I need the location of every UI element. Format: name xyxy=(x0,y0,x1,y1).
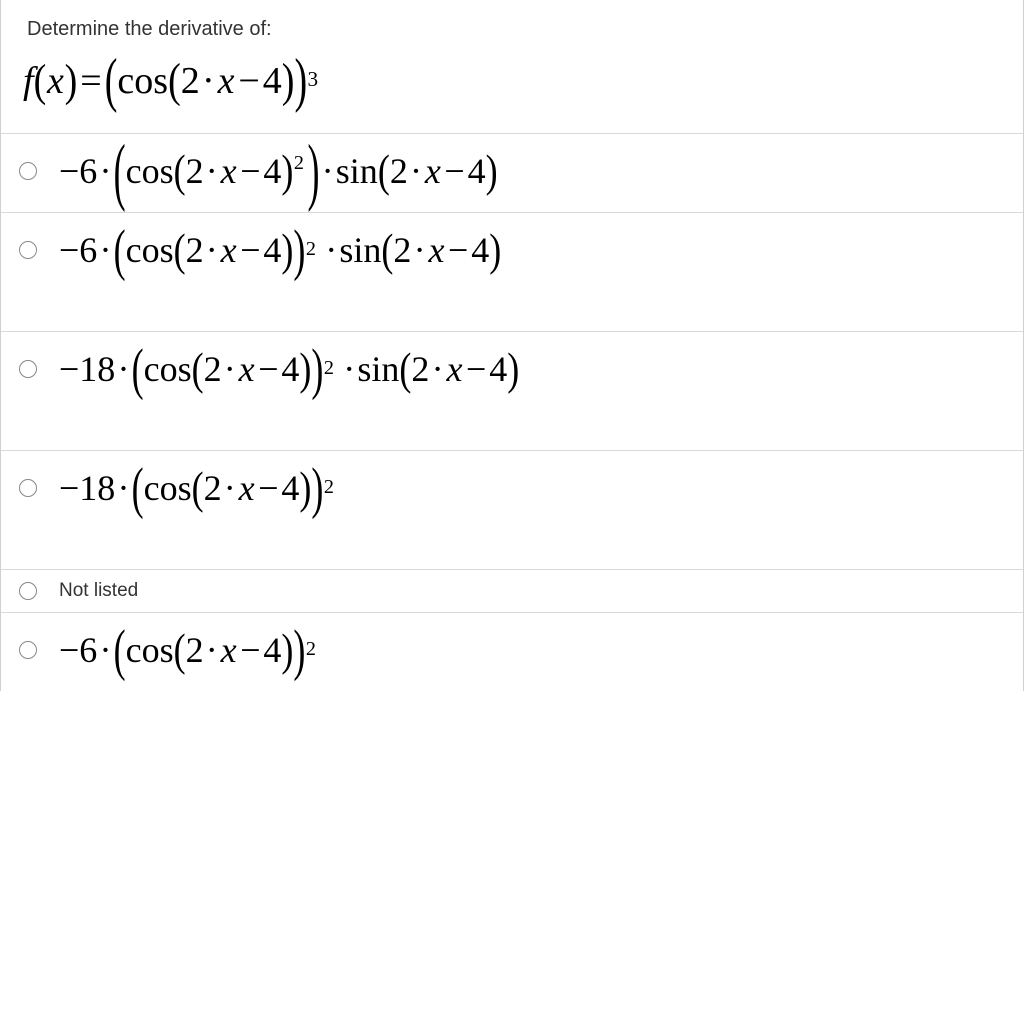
coef-2: 2 xyxy=(181,59,200,103)
fn-arg-x: x xyxy=(47,59,64,103)
radio-icon[interactable] xyxy=(19,641,37,659)
cos-label: cos xyxy=(117,59,168,103)
option-row-3[interactable]: −18 · ( cos ( 2 · x − 4 ) ) 2 xyxy=(1,331,1023,450)
question-prompt: Determine the derivative of: xyxy=(1,0,1023,49)
question-function: f ( x ) = ( cos ( 2 · x − 4 ) ) xyxy=(1,49,1023,133)
radio-icon[interactable] xyxy=(19,162,37,180)
equals-sign: = xyxy=(80,59,101,103)
option-row-5[interactable]: Not listed xyxy=(1,569,1023,612)
option-1-content: −6 · ( cos ( 2 · x − 4 ) 2 xyxy=(53,150,1005,192)
option-4-content: −18 · ( cos ( 2 · x − 4 ) ) 2 xyxy=(53,467,1005,549)
const-4: 4 xyxy=(263,59,282,103)
option-5-content: Not listed xyxy=(53,580,1005,602)
option-row-1[interactable]: −6 · ( cos ( 2 · x − 4 ) 2 xyxy=(1,133,1023,212)
radio-icon[interactable] xyxy=(19,241,37,259)
option-row-6[interactable]: −6 · ( cos ( 2 · x − 4 ) ) 2 xyxy=(1,612,1023,691)
fn-f: f xyxy=(23,59,34,103)
question-card: Determine the derivative of: f ( x ) = (… xyxy=(0,0,1024,691)
var-x: x xyxy=(218,59,235,103)
option-row-2[interactable]: −6 · ( cos ( 2 · x − 4 ) ) 2 xyxy=(1,212,1023,331)
exp-3: 3 xyxy=(308,67,319,92)
option-2-content: −6 · ( cos ( 2 · x − 4 ) ) 2 xyxy=(53,229,1005,311)
option-6-content: −6 · ( cos ( 2 · x − 4 ) ) 2 xyxy=(53,629,1005,671)
option-3-content: −18 · ( cos ( 2 · x − 4 ) ) 2 xyxy=(53,348,1005,430)
radio-icon[interactable] xyxy=(19,360,37,378)
radio-icon[interactable] xyxy=(19,479,37,497)
option-row-4[interactable]: −18 · ( cos ( 2 · x − 4 ) ) 2 xyxy=(1,450,1023,569)
radio-icon[interactable] xyxy=(19,582,37,600)
